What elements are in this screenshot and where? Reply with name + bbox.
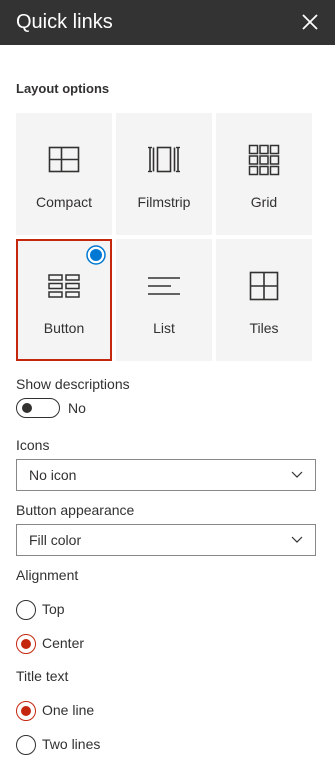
icons-dropdown-value: No icon	[29, 467, 77, 483]
button-appearance-dropdown-value: Fill color	[29, 532, 82, 548]
layout-option-label: List	[153, 320, 175, 336]
compact-layout-icon	[48, 146, 80, 173]
tiles-layout-icon	[249, 271, 279, 301]
chevron-down-icon	[291, 471, 303, 478]
radio-label: Two lines	[42, 736, 101, 752]
layout-option-label: Grid	[250, 194, 278, 210]
layout-option-label: Filmstrip	[137, 194, 191, 210]
layout-option-list[interactable]: List	[116, 239, 212, 361]
alignment-label: Alignment	[16, 567, 79, 583]
panel-header: Quick links	[0, 0, 335, 45]
chevron-down-icon	[291, 536, 303, 543]
radio-label: Top	[42, 601, 65, 617]
show-descriptions-label: Show descriptions	[16, 376, 130, 392]
grid-layout-icon	[248, 144, 280, 176]
layout-options-label: Layout options	[16, 81, 110, 96]
radio-button[interactable]	[16, 735, 36, 755]
toggle-state-text: No	[68, 400, 86, 416]
button-layout-icon	[48, 274, 80, 298]
filmstrip-layout-icon	[148, 146, 180, 173]
radio-label: One line	[42, 702, 95, 718]
close-button[interactable]	[297, 9, 323, 35]
radio-label: Center	[42, 635, 85, 651]
layout-option-compact[interactable]: Compact	[16, 113, 112, 235]
radio-button[interactable]	[16, 634, 36, 654]
button-appearance-dropdown[interactable]: Fill color	[16, 524, 316, 556]
layout-option-label: Compact	[35, 194, 93, 210]
toggle-knob	[22, 403, 32, 413]
list-layout-icon	[148, 277, 180, 295]
layout-option-tiles[interactable]: Tiles	[216, 239, 312, 361]
layout-option-label: Tiles	[249, 320, 279, 336]
button-appearance-label: Button appearance	[16, 502, 135, 518]
icons-dropdown[interactable]: No icon	[16, 459, 316, 491]
radio-button[interactable]	[16, 600, 36, 620]
selected-check-icon	[86, 245, 106, 265]
layout-option-button[interactable]: Button	[16, 239, 112, 361]
show-descriptions-toggle[interactable]	[16, 398, 60, 418]
layout-option-grid[interactable]: Grid	[216, 113, 312, 235]
icons-label: Icons	[16, 437, 50, 453]
panel-title: Quick links	[16, 11, 113, 33]
close-icon	[302, 14, 318, 30]
radio-button[interactable]	[16, 701, 36, 721]
layout-option-filmstrip[interactable]: Filmstrip	[116, 113, 212, 235]
layout-option-label: Button	[43, 320, 85, 336]
title-text-label: Title text	[16, 668, 69, 684]
